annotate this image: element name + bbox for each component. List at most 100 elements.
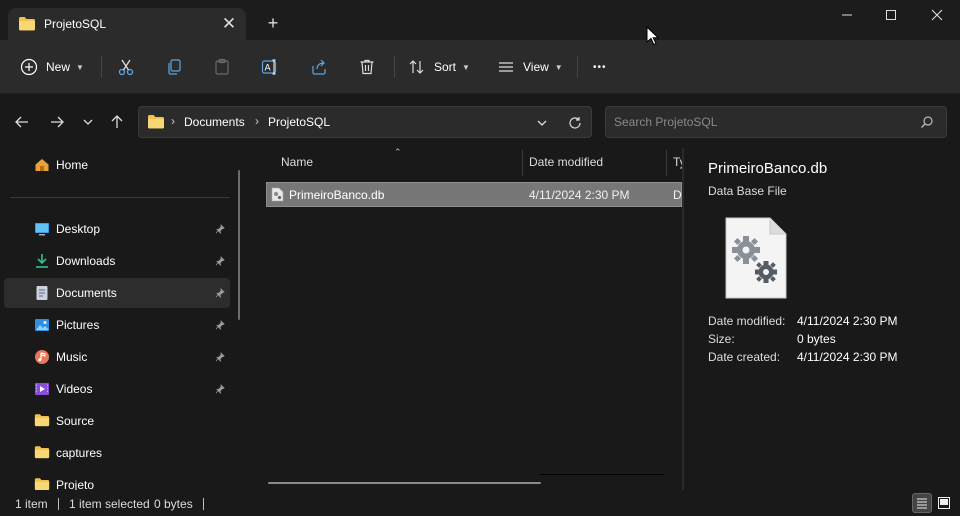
navigation-pane: Home Desktop Downloads Documents Picture… xyxy=(0,148,244,490)
arrow-up-icon xyxy=(111,115,123,128)
search-input[interactable] xyxy=(614,113,904,131)
sidebar-item-captures[interactable]: captures xyxy=(4,438,230,468)
details-label-size: Size: xyxy=(708,332,735,346)
horizontal-scrollbar[interactable] xyxy=(268,482,541,484)
address-bar[interactable]: › Documents › ProjetoSQL xyxy=(138,106,592,138)
chevron-down-icon: ▼ xyxy=(462,62,470,72)
folder-icon xyxy=(34,413,50,429)
scissors-icon xyxy=(118,59,134,76)
pin-icon[interactable] xyxy=(215,255,225,269)
chevron-down-icon: ▼ xyxy=(554,62,563,72)
refresh-button[interactable] xyxy=(565,113,585,133)
sidebar-scrollbar[interactable] xyxy=(238,170,240,320)
details-value-date-created: 4/11/2024 2:30 PM xyxy=(797,350,898,364)
tab-projetosql[interactable]: ProjetoSQL ✕ xyxy=(8,8,246,40)
share-icon xyxy=(312,59,326,75)
sidebar-item-source[interactable]: Source xyxy=(4,406,230,436)
desktop-icon xyxy=(34,221,50,237)
sidebar-item-label: Home xyxy=(56,158,89,172)
paste-button[interactable] xyxy=(213,54,231,80)
home-icon xyxy=(34,157,50,173)
tab-close-icon[interactable]: ✕ xyxy=(218,13,240,35)
breadcrumb-documents[interactable]: Documents xyxy=(184,115,245,129)
column-header-date-modified[interactable]: Date modified xyxy=(529,155,603,169)
sidebar-item-videos[interactable]: Videos xyxy=(4,374,230,404)
address-dropdown-button[interactable] xyxy=(533,114,551,132)
column-header-name[interactable]: Name xyxy=(281,155,313,169)
sidebar-item-label: Videos xyxy=(56,382,93,396)
sidebar-item-label: Downloads xyxy=(56,254,116,268)
sidebar-item-documents[interactable]: Documents xyxy=(4,278,230,308)
pin-icon[interactable] xyxy=(215,223,225,237)
minimize-icon xyxy=(842,14,852,16)
copy-button[interactable] xyxy=(165,54,183,80)
up-button[interactable] xyxy=(105,110,129,134)
cut-button[interactable] xyxy=(117,54,135,80)
sort-icon xyxy=(409,60,424,74)
maximize-button[interactable] xyxy=(868,0,914,30)
search-box[interactable] xyxy=(605,106,947,138)
details-view-button[interactable] xyxy=(912,493,932,513)
toolbar-divider xyxy=(101,56,102,78)
details-value-size: 0 bytes xyxy=(797,332,836,346)
column-header-type[interactable]: Ty xyxy=(673,155,682,169)
pin-icon[interactable] xyxy=(215,287,225,301)
arrow-left-icon xyxy=(15,116,28,128)
new-tab-button[interactable]: + xyxy=(262,12,284,34)
folder-icon xyxy=(34,445,50,461)
sidebar-item-label: Source xyxy=(56,414,95,428)
copy-icon xyxy=(168,59,181,75)
more-options-button[interactable]: ••• xyxy=(593,54,607,80)
sort-ascending-icon: ⌃ xyxy=(394,148,402,157)
recent-locations-button[interactable] xyxy=(76,110,100,134)
rename-icon: A xyxy=(261,59,277,75)
delete-button[interactable] xyxy=(358,54,376,80)
share-button[interactable] xyxy=(310,54,328,80)
sidebar-item-downloads[interactable]: Downloads xyxy=(4,246,230,276)
back-button[interactable] xyxy=(10,110,34,134)
sidebar-item-label: Desktop xyxy=(56,222,101,236)
title-bar: ProjetoSQL ✕ + xyxy=(0,0,960,40)
command-bar: New ▼ A Sort ▼ View ▼ ••• xyxy=(0,40,960,94)
pin-icon[interactable] xyxy=(215,351,225,365)
tiles-view-button[interactable] xyxy=(934,493,954,513)
column-divider[interactable] xyxy=(522,150,523,176)
folder-icon xyxy=(34,477,50,490)
new-button[interactable]: New ▼ xyxy=(20,54,84,80)
close-window-button[interactable] xyxy=(914,0,960,30)
sidebar-item-pictures[interactable]: Pictures xyxy=(4,310,230,340)
breadcrumb-projetosql[interactable]: ProjetoSQL xyxy=(268,115,330,129)
forward-button[interactable] xyxy=(45,110,69,134)
sidebar-item-music[interactable]: Music xyxy=(4,342,230,372)
svg-text:A: A xyxy=(265,64,272,74)
chevron-down-icon xyxy=(537,120,547,126)
toolbar-divider xyxy=(577,56,578,78)
status-size: 0 bytes xyxy=(154,497,193,511)
videos-icon xyxy=(34,381,50,397)
status-item-count: 1 item xyxy=(15,497,48,511)
column-divider[interactable] xyxy=(666,150,667,176)
close-icon xyxy=(931,9,943,21)
sort-label: Sort xyxy=(434,60,457,74)
details-value-date-modified: 4/11/2024 2:30 PM xyxy=(797,314,898,328)
documents-icon xyxy=(34,285,50,301)
horizontal-scroll-track xyxy=(540,474,664,475)
status-bar: 1 item 1 item selected 0 bytes xyxy=(0,490,960,516)
folder-icon xyxy=(18,16,36,34)
sidebar-item-home[interactable]: Home xyxy=(4,150,230,180)
rename-button[interactable]: A xyxy=(261,54,279,80)
table-row[interactable]: PrimeiroBanco.db 4/11/2024 2:30 PM D xyxy=(266,182,682,207)
sort-button[interactable]: Sort ▼ xyxy=(408,54,470,80)
sidebar-item-desktop[interactable]: Desktop xyxy=(4,214,230,244)
details-title: PrimeiroBanco.db xyxy=(708,160,828,177)
pin-icon[interactable] xyxy=(215,319,225,333)
minimize-button[interactable] xyxy=(824,0,870,30)
search-icon[interactable] xyxy=(920,115,934,132)
maximize-icon xyxy=(886,10,896,20)
view-button[interactable]: View ▼ xyxy=(497,54,563,80)
sidebar-item-projeto[interactable]: Projeto xyxy=(4,470,230,490)
details-pane: PrimeiroBanco.db Data Base File Date mod… xyxy=(684,148,960,490)
pin-icon[interactable] xyxy=(215,383,225,397)
plus-circle-icon xyxy=(20,58,38,76)
chevron-down-icon xyxy=(83,119,93,125)
